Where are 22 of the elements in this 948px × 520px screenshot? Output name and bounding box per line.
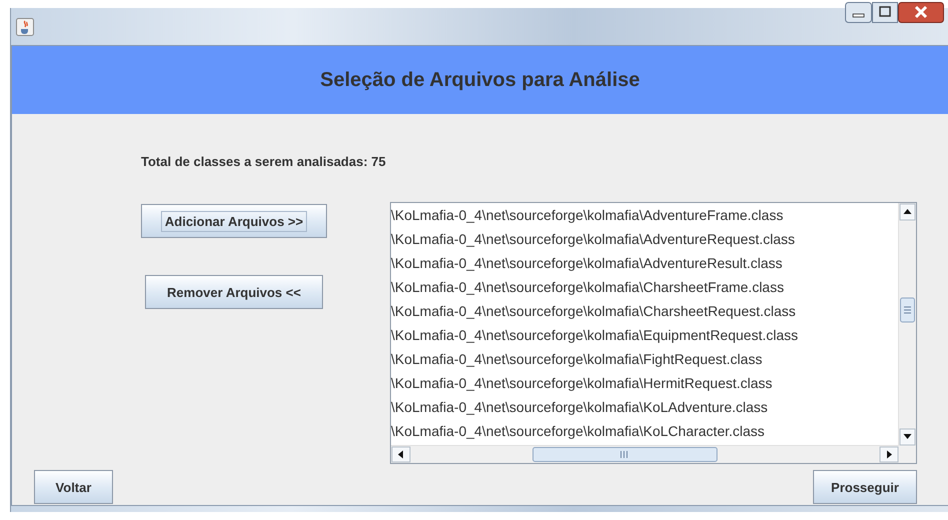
- add-files-button[interactable]: Adicionar Arquivos >>: [141, 204, 327, 238]
- vertical-scrollbar[interactable]: [899, 203, 916, 446]
- horizontal-scrollbar[interactable]: [391, 446, 899, 463]
- dialog-title: Seleção de Arquivos para Análise: [320, 68, 640, 92]
- file-list-item[interactable]: \KoLmafia-0_4\net\sourceforge\kolmafia\KoLCharacter.class: [391, 419, 765, 443]
- close-button[interactable]: [898, 2, 944, 23]
- java-cup-icon: [16, 18, 34, 36]
- file-list-item[interactable]: \KoLmafia-0_4\net\sourceforge\kolmafia\HermitRequest.class: [391, 371, 772, 395]
- maximize-button[interactable]: [872, 2, 898, 23]
- remove-files-button[interactable]: Remover Arquivos <<: [145, 275, 323, 309]
- file-list-item[interactable]: \KoLmafia-0_4\net\sourceforge\kolmafia\AdventureResult.class: [391, 251, 782, 275]
- file-list-item[interactable]: \KoLmafia-0_4\net\sourceforge\kolmafia\FightRequest.class: [391, 347, 762, 371]
- continue-button[interactable]: Prosseguir: [813, 470, 917, 504]
- file-list-item[interactable]: \KoLmafia-0_4\net\sourceforge\kolmafia\KoLAdventure.class: [391, 395, 768, 419]
- class-count-label: Total de classes a serem analisadas: 75: [141, 154, 386, 169]
- minimize-button[interactable]: [845, 2, 872, 23]
- file-list-item[interactable]: \KoLmafia-0_4\net\sourceforge\kolmafia\CharsheetFrame.class: [391, 275, 784, 299]
- file-list-item[interactable]: \KoLmafia-0_4\net\sourceforge\kolmafia\EquipmentRequest.class: [391, 323, 798, 347]
- file-list-item[interactable]: \KoLmafia-0_4\net\sourceforge\kolmafia\AdventureRequest.class: [391, 227, 795, 251]
- file-list-item[interactable]: \KoLmafia-0_4\net\sourceforge\kolmafia\CharsheetRequest.class: [391, 299, 796, 323]
- back-button[interactable]: Voltar: [34, 470, 113, 504]
- file-list-item[interactable]: \KoLmafia-0_4\net\sourceforge\kolmafia\AdventureFrame.class: [391, 203, 784, 227]
